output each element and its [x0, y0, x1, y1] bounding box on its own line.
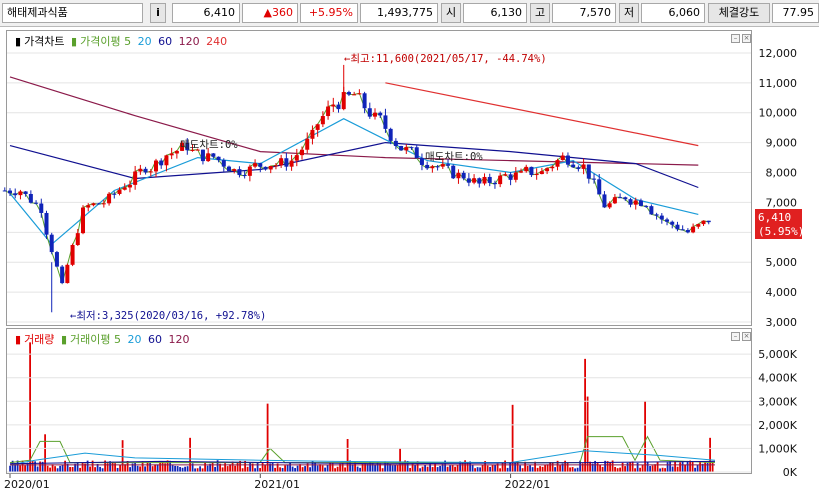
info-icon[interactable]: i — [150, 3, 166, 23]
vol-legend-ma120: 120 — [168, 333, 190, 346]
price-y-tick: 8,000 — [766, 167, 798, 180]
price-legend-ma-label: 가격이평 — [80, 35, 121, 48]
price-y-tick: 5,000 — [766, 256, 798, 269]
legend-ma-marker: ▮ — [71, 35, 78, 48]
volume-y-tick: 5,000K — [758, 348, 797, 361]
open-price: 6,130 — [463, 3, 527, 23]
vol-legend-ma20: 20 — [127, 333, 142, 346]
vol-panel-minimize-icon[interactable]: – — [731, 332, 740, 341]
legend-ma240: 240 — [206, 35, 228, 48]
volume-y-tick: 1,000K — [758, 442, 797, 455]
volume-y-tick: 2,000K — [758, 419, 797, 432]
price-y-tick: 9,000 — [766, 137, 798, 150]
open-label: 시 — [441, 3, 461, 23]
x-tick-label: 2020/01 — [4, 478, 50, 491]
low-label: 저 — [619, 3, 639, 23]
price-y-tick: 4,000 — [766, 286, 798, 299]
price-change-pct: +5.95% — [300, 3, 358, 23]
legend-ma120: 120 — [178, 35, 200, 48]
price-legend-title: 가격차트 — [24, 35, 65, 48]
stock-name: 해태제과식품 — [7, 6, 68, 19]
high-label: 고 — [530, 3, 550, 23]
price-y-tick: 12,000 — [759, 47, 798, 60]
low-price: 6,060 — [641, 3, 705, 23]
price-chart-panel[interactable]: ▮ 가격차트 ▮ 가격이평 5 20 60 120 240 – × — [6, 30, 752, 326]
legend-ma20: 20 — [137, 35, 152, 48]
vol-legend-ma5: 5 — [113, 333, 121, 346]
volume-value: 1,493,775 — [360, 3, 438, 23]
price-change: ▲360 — [242, 3, 298, 23]
price-legend: ▮ 가격차트 ▮ 가격이평 5 20 60 120 240 — [15, 33, 230, 49]
panel-minimize-icon[interactable]: – — [731, 34, 740, 43]
x-tick-label: 2022/01 — [505, 478, 551, 491]
panel-close-icon[interactable]: × — [742, 34, 751, 43]
volume-legend: ▮ 거래량 ▮ 거래이평 5 20 60 120 — [15, 331, 192, 347]
price-y-tick: 7,000 — [766, 196, 798, 209]
price-y-tick: 3,000 — [766, 316, 798, 329]
volume-chart-panel[interactable]: ▮ 거래량 ▮ 거래이평 5 20 60 120 – × — [6, 328, 752, 474]
strength-label: 체결강도 — [708, 3, 770, 23]
volume-legend-title: 거래량 — [24, 333, 55, 346]
high-price: 7,570 — [552, 3, 616, 23]
vol-panel-close-icon[interactable]: × — [742, 332, 751, 341]
current-price: 6,410 — [172, 3, 240, 23]
volume-y-tick: 4,000K — [758, 372, 797, 385]
price-y-tick: 10,000 — [759, 107, 798, 120]
quote-bar: 해태제과식품 i 6,410 ▲360 +5.95% 1,493,775 시 6… — [0, 0, 819, 27]
volume-y-tick: 0K — [783, 466, 798, 479]
legend-title-marker: ▮ — [15, 35, 22, 48]
price-y-tick: 6,000 — [766, 226, 798, 239]
price-tag-bg — [755, 209, 802, 239]
x-tick-label: 2021/01 — [254, 478, 300, 491]
volume-y-tick: 3,000K — [758, 395, 797, 408]
price-pct-tag: (5.95%) — [758, 225, 804, 238]
vol-legend-ma60: 60 — [147, 333, 162, 346]
vol-legend-ma-marker: ▮ — [60, 333, 67, 346]
price-y-tick: 11,000 — [759, 77, 798, 90]
legend-ma5: 5 — [124, 35, 132, 48]
vol-legend-marker: ▮ — [15, 333, 22, 346]
price-tag: 6,410 — [758, 211, 791, 224]
strength-value: 77.95 — [772, 3, 819, 23]
stock-name-field[interactable]: 해태제과식품 — [2, 3, 143, 23]
legend-ma60: 60 — [158, 35, 173, 48]
volume-legend-ma-label: 거래이평 — [70, 333, 111, 346]
